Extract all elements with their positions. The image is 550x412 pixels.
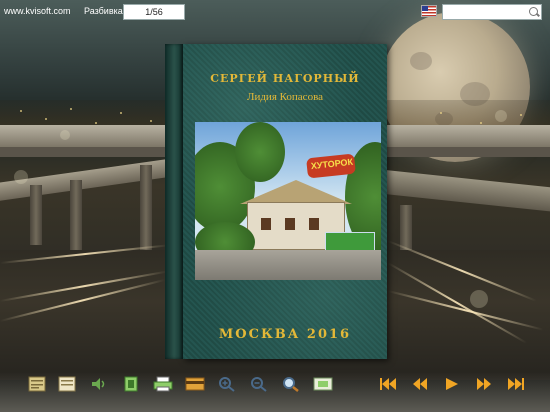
table-of-contents-icon[interactable] — [26, 375, 48, 393]
fit-screen-icon[interactable] — [312, 375, 334, 393]
page-number-input[interactable]: 1/56 — [123, 4, 185, 20]
cover-page: СЕРГЕЙ НАГОРНЫЙ Лидия Копасова ХУТОРОК М… — [183, 44, 387, 359]
last-page-icon[interactable] — [506, 375, 526, 393]
print-icon[interactable] — [152, 375, 174, 393]
author-name-2: Лидия Копасова — [246, 91, 323, 103]
us-flag-icon[interactable] — [421, 5, 437, 17]
next-page-icon[interactable] — [474, 375, 494, 393]
cover-photo: ХУТОРОК — [195, 122, 381, 280]
search-zoom-icon[interactable] — [280, 375, 302, 393]
bottom-toolbar — [0, 372, 550, 412]
search-input[interactable] — [442, 4, 542, 20]
previous-page-icon[interactable] — [410, 375, 430, 393]
thumbnails-icon[interactable] — [56, 375, 78, 393]
book-cover[interactable]: СЕРГЕЙ НАГОРНЫЙ Лидия Копасова ХУТОРОК М… — [165, 44, 387, 359]
download-icon[interactable] — [184, 375, 206, 393]
share-icon[interactable] — [120, 375, 142, 393]
author-name-1: СЕРГЕЙ НАГОРНЫЙ — [210, 72, 360, 85]
site-link[interactable]: www.kvisoft.com — [4, 6, 71, 16]
book-spine — [165, 44, 183, 359]
page-label: Разбивка: — [84, 6, 126, 16]
first-page-icon[interactable] — [378, 375, 398, 393]
zoom-in-icon[interactable] — [216, 375, 238, 393]
autoplay-icon[interactable] — [442, 375, 462, 393]
sound-icon[interactable] — [88, 375, 110, 393]
city-year: МОСКВА 2016 — [218, 327, 352, 342]
search-icon[interactable] — [529, 7, 538, 16]
zoom-out-icon[interactable] — [248, 375, 270, 393]
top-bar: www.kvisoft.com Разбивка: 1/56 — [0, 0, 550, 24]
